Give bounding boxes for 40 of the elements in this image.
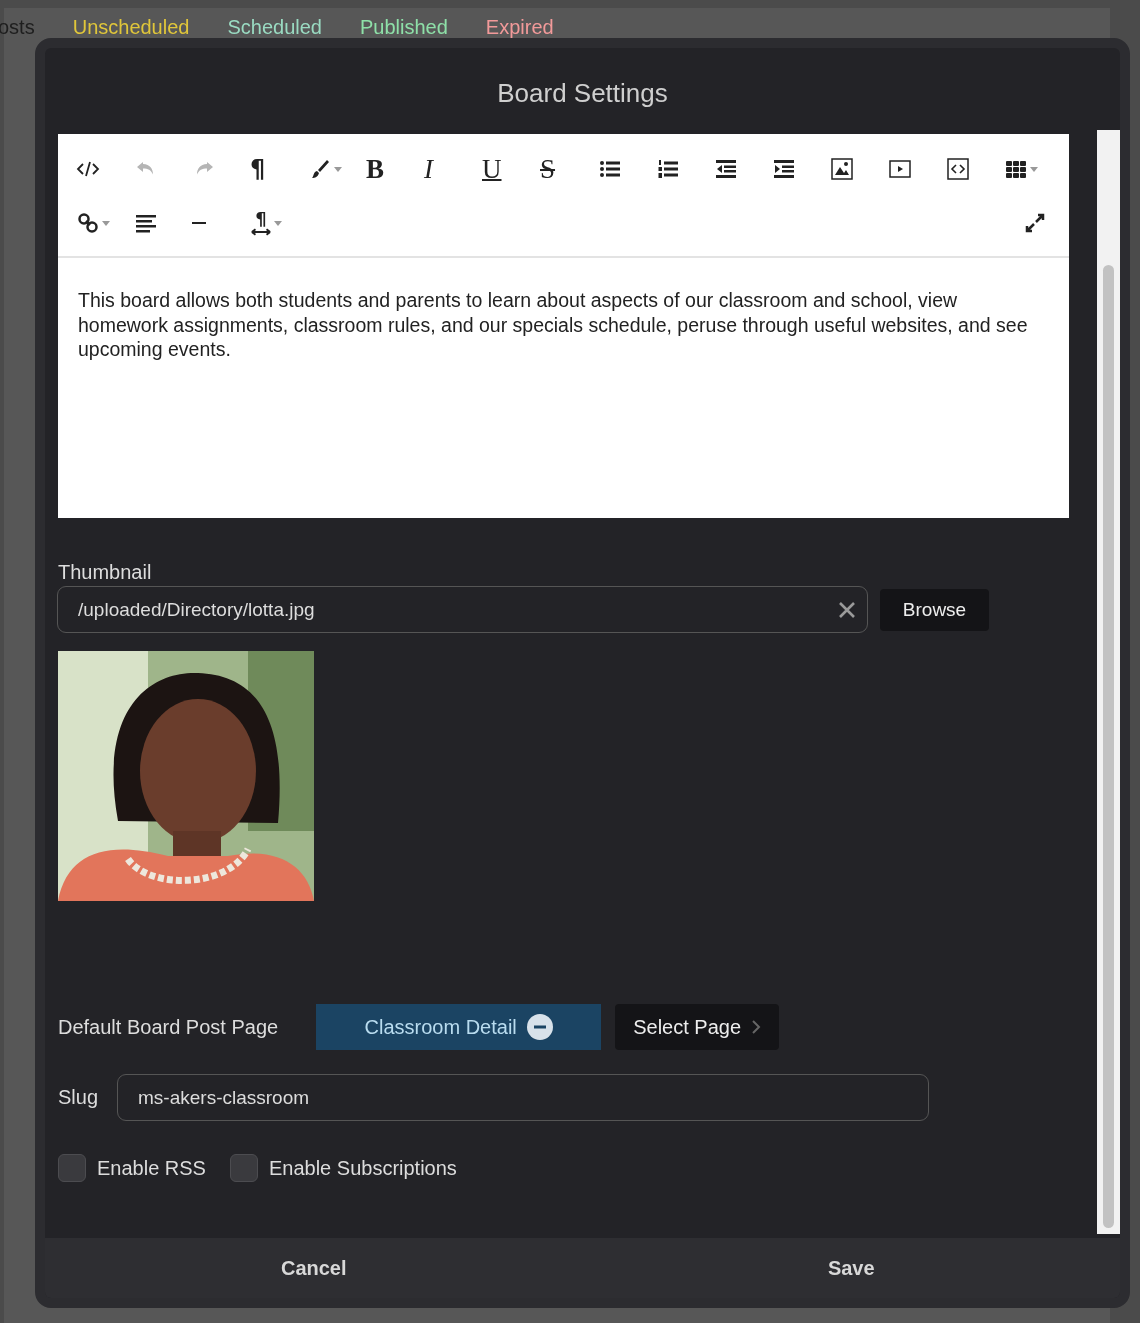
paragraph-button[interactable]: ¶	[248, 149, 306, 189]
arrow-icon	[250, 228, 272, 236]
numbers-icon	[656, 157, 680, 181]
image-icon	[830, 157, 854, 181]
field-label: Slug	[58, 1086, 99, 1109]
checkbox[interactable]	[229, 1154, 258, 1182]
link-icon	[76, 211, 100, 235]
status-tab[interactable]: Published	[359, 16, 448, 38]
embed-icon	[946, 157, 970, 181]
strike-button[interactable]: S	[538, 149, 596, 189]
italic-button[interactable]: I	[422, 149, 480, 189]
select-page-button[interactable]: Select Page	[615, 1004, 780, 1050]
dialog-title: Board Settings	[496, 76, 669, 110]
checkbox-label[interactable]: Enable RSS	[97, 1156, 206, 1180]
video-icon	[888, 157, 912, 181]
chevron-right-icon	[751, 1019, 762, 1035]
scroll-thumb[interactable]	[1103, 265, 1114, 1228]
field-label: Thumbnail	[58, 561, 153, 584]
status-tab[interactable]: Scheduled	[227, 16, 322, 38]
slug-field[interactable]: ms-akers-classroom	[117, 1074, 930, 1121]
browse-button[interactable]: Browse	[880, 588, 989, 631]
remove-icon[interactable]	[526, 1014, 553, 1040]
fullscreen-icon	[1023, 211, 1047, 235]
board-description[interactable]: This board allows both students and parents to learn about aspects of our classroom and school, view homework assignments, classroom rules, and our specials schedule, peruse through useful websites, and see upcoming events.	[78, 288, 1049, 362]
outdent-icon	[714, 157, 738, 181]
status-tab[interactable]: Unscheduled	[72, 16, 190, 38]
close-icon[interactable]	[837, 599, 857, 620]
direction-button[interactable]: ¶	[248, 203, 306, 243]
bold-button[interactable]: B	[364, 149, 422, 189]
indent-icon	[772, 157, 796, 181]
dialog-button[interactable]: Save	[582, 1238, 1120, 1298]
rule-icon	[192, 222, 206, 224]
page-name: Classroom Detail	[364, 1015, 517, 1039]
thumbnail-field[interactable]: /uploaded/Directory/lotta.jpg	[57, 586, 868, 633]
dialog-button[interactable]: Cancel	[45, 1238, 583, 1298]
field-label: Default Board Post Page	[58, 1015, 279, 1039]
scrollbar[interactable]	[1097, 130, 1120, 1234]
checkbox-label[interactable]: Enable Subscriptions	[268, 1156, 457, 1180]
underline-button[interactable]: U	[480, 149, 538, 189]
checkbox[interactable]	[58, 1154, 86, 1182]
